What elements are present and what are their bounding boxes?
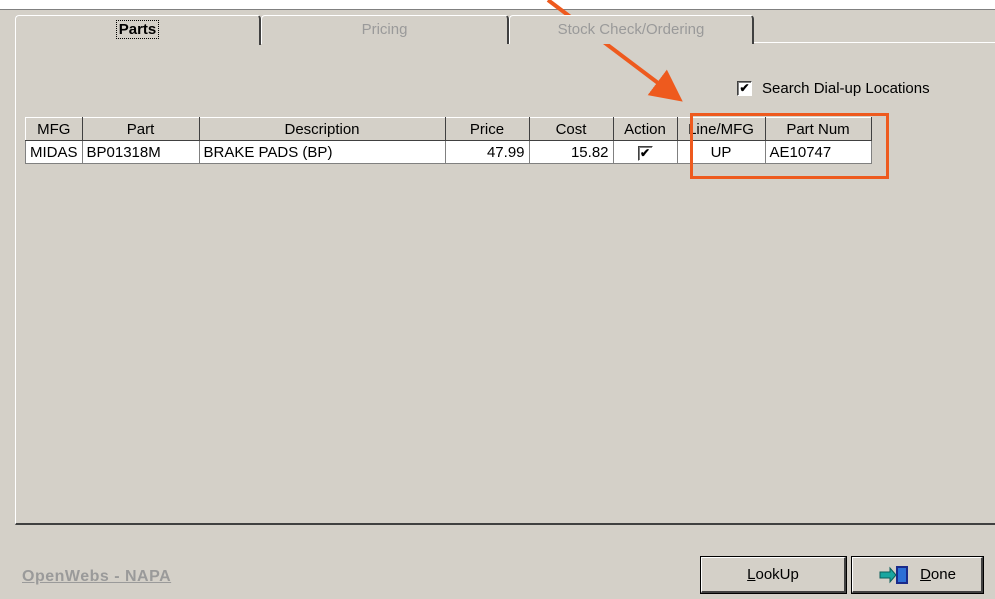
col-header-mfg[interactable]: MFG xyxy=(25,117,83,141)
tab-stock-check-ordering[interactable]: Stock Check/Ordering xyxy=(509,15,754,44)
col-header-action[interactable]: Action xyxy=(612,117,678,141)
cell-price[interactable]: 47.99 xyxy=(444,140,530,164)
lookup-button-label: LookUp xyxy=(747,566,799,583)
lookup-button[interactable]: LookUp xyxy=(700,556,847,594)
tab-stock-label: Stock Check/Ordering xyxy=(557,21,705,38)
search-dialup-checkbox[interactable]: ✔ xyxy=(737,81,752,96)
cell-mfg[interactable]: MIDAS xyxy=(25,140,83,164)
tab-parts-label: Parts xyxy=(115,20,160,39)
cell-cost[interactable]: 15.82 xyxy=(528,140,614,164)
done-button-label: Done xyxy=(920,566,956,583)
cell-description[interactable]: BRAKE PADS (BP) xyxy=(198,140,446,164)
search-dialup-checkbox-row[interactable]: ✔ Search Dial-up Locations xyxy=(737,80,930,97)
col-header-description[interactable]: Description xyxy=(198,117,446,141)
col-header-part[interactable]: Part xyxy=(81,117,200,141)
search-dialup-label: Search Dial-up Locations xyxy=(762,80,930,97)
cell-part[interactable]: BP01318M xyxy=(81,140,200,164)
tab-parts[interactable]: Parts xyxy=(15,15,261,45)
openwebs-napa-link[interactable]: OpenWebs - NAPA xyxy=(22,568,171,586)
col-header-cost[interactable]: Cost xyxy=(528,117,614,141)
tab-pricing[interactable]: Pricing xyxy=(261,15,509,44)
action-checkbox[interactable]: ✔ xyxy=(637,145,653,161)
exit-door-icon xyxy=(878,564,912,586)
col-header-price[interactable]: Price xyxy=(444,117,530,141)
tab-pricing-label: Pricing xyxy=(361,21,408,38)
annotation-highlight-box xyxy=(690,113,889,179)
done-button[interactable]: Done xyxy=(851,556,984,594)
cell-action[interactable]: ✔ xyxy=(612,140,678,164)
